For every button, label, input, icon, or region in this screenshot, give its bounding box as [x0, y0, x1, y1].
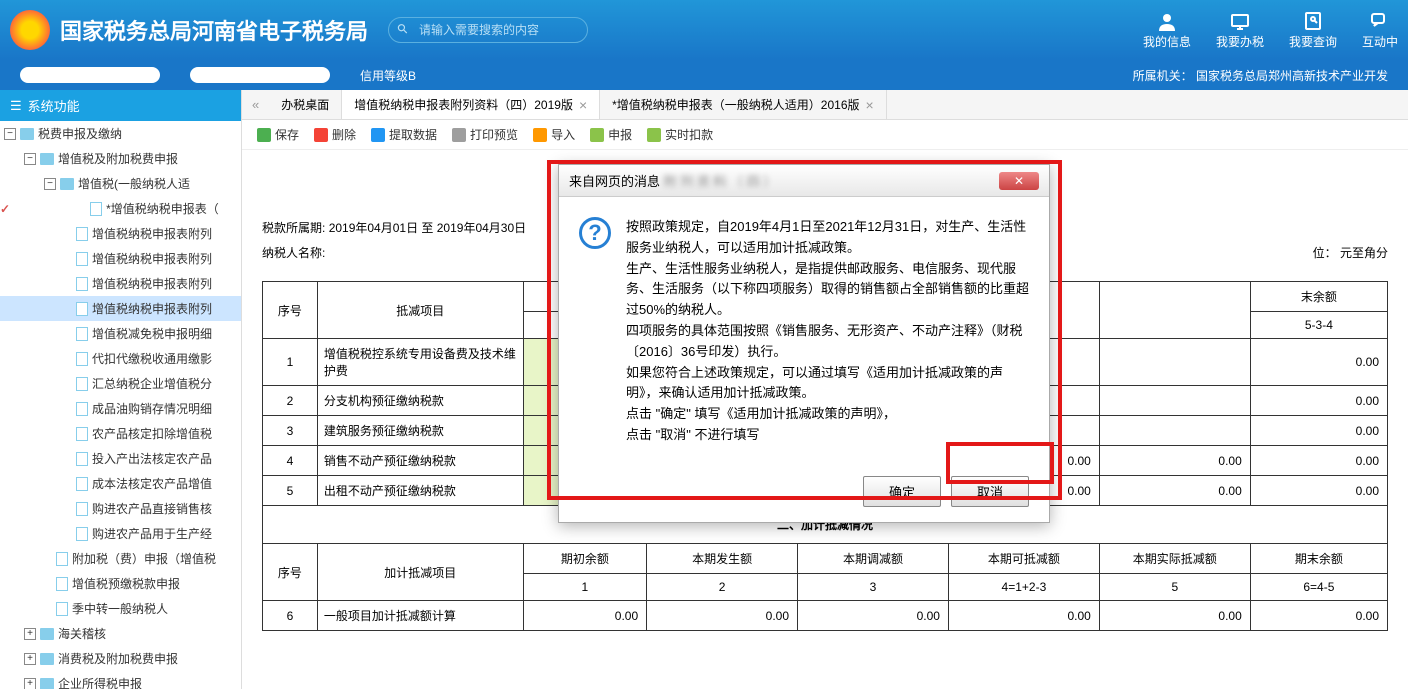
app-header: 国家税务总局河南省电子税务局 我的信息 我要办税 我要查询 互动中 [0, 0, 1408, 60]
tree-item[interactable]: 购进农产品直接销售核 [0, 496, 241, 521]
sidebar-header: ☰ 系统功能 [0, 90, 241, 121]
tab-form2[interactable]: *增值税纳税申报表（一般纳税人适用）2016版× [600, 90, 887, 119]
delete-button[interactable]: 删除 [314, 126, 356, 143]
dialog-message: 按照政策规定，自2019年4月1日至2021年12月31日，对生产、生活性服务业… [626, 217, 1029, 446]
tab-desktop[interactable]: 办税桌面 [269, 90, 342, 119]
query-button[interactable]: 我要查询 [1289, 11, 1337, 50]
redacted-field [190, 67, 330, 83]
search-wrap [388, 17, 588, 43]
handle-tax-button[interactable]: 我要办税 [1216, 11, 1264, 50]
tree-item[interactable]: 季中转一般纳税人 [0, 596, 241, 621]
tree-item[interactable]: 投入产出法核定农产品 [0, 446, 241, 471]
tree-item[interactable]: 成本法核定农产品增值 [0, 471, 241, 496]
extract-button[interactable]: 提取数据 [371, 126, 437, 143]
tree-l1[interactable]: −增值税及附加税费申报 [0, 146, 241, 171]
tree-item[interactable]: 农产品核定扣除增值税 [0, 421, 241, 446]
sidebar: ☰ 系统功能 −税费申报及缴纳 −增值税及附加税费申报 −增值税(一般纳税人适 … [0, 90, 242, 689]
credit-level: 信用等级B [360, 67, 416, 84]
menu-icon: ☰ [10, 98, 22, 114]
collapse-sidebar-icon[interactable]: « [242, 97, 269, 112]
tab-form1[interactable]: 增值税纳税申报表附列资料（四）2019版× [342, 90, 600, 119]
close-icon[interactable]: × [579, 97, 587, 113]
dialog-close-button[interactable]: ✕ [999, 172, 1039, 190]
tree-item[interactable]: 成品油购销存情况明细 [0, 396, 241, 421]
import-button[interactable]: 导入 [533, 126, 575, 143]
pay-button[interactable]: 实时扣款 [647, 126, 713, 143]
tree-root2[interactable]: +企业所得税申报 [0, 671, 241, 689]
tree-item-active[interactable]: 增值税纳税申报表附列 [0, 296, 241, 321]
header-actions: 我的信息 我要办税 我要查询 互动中 [1143, 11, 1398, 50]
tree-item[interactable]: 增值税预缴税款申报 [0, 571, 241, 596]
sub-header: 信用等级B 所属机关： 国家税务总局郑州高新技术产业开发 [0, 60, 1408, 90]
org-name: 国家税务总局郑州高新技术产业开发 [1196, 69, 1388, 83]
my-info-button[interactable]: 我的信息 [1143, 11, 1191, 50]
dialog-titlebar: 来自网页的消息 附 列 资 料 （ 四 ） ✕ [559, 165, 1049, 197]
tree-root[interactable]: −税费申报及缴纳 [0, 121, 241, 146]
search-input[interactable] [388, 17, 588, 43]
tree-item[interactable]: 附加税（费）申报（增值税 [0, 546, 241, 571]
tree-item[interactable]: 增值税纳税申报表附列 [0, 246, 241, 271]
submit-button[interactable]: 申报 [590, 126, 632, 143]
logo-icon [10, 10, 50, 50]
tree-l2[interactable]: −增值税(一般纳税人适 [0, 171, 241, 196]
tree-item[interactable]: 增值税纳税申报表附列 [0, 271, 241, 296]
tree-item[interactable]: 增值税纳税申报表附列 [0, 221, 241, 246]
redacted-field [20, 67, 160, 83]
question-icon: ? [579, 217, 611, 249]
print-button[interactable]: 打印预览 [452, 126, 518, 143]
tree-item[interactable]: 购进农产品用于生产经 [0, 521, 241, 546]
tree-root2[interactable]: +消费税及附加税费申报 [0, 646, 241, 671]
close-icon[interactable]: × [866, 97, 874, 113]
tree-item[interactable]: *增值税纳税申报表（ [0, 196, 241, 221]
confirm-dialog: 来自网页的消息 附 列 资 料 （ 四 ） ✕ ? 按照政策规定，自2019年4… [558, 164, 1050, 523]
site-title: 国家税务总局河南省电子税务局 [60, 14, 368, 46]
save-button[interactable]: 保存 [257, 126, 299, 143]
table-row[interactable]: 6一般项目加计抵减额计算0.000.000.000.000.000.00 [263, 601, 1388, 631]
toolbar: 保存 删除 提取数据 打印预览 导入 申报 实时扣款 [242, 120, 1408, 150]
tree-root2[interactable]: +海关稽核 [0, 621, 241, 646]
tree-item[interactable]: 代扣代缴税收通用缴影 [0, 346, 241, 371]
tree-item[interactable]: 增值税减免税申报明细 [0, 321, 241, 346]
interact-button[interactable]: 互动中 [1362, 11, 1398, 50]
tab-bar: « 办税桌面 增值税纳税申报表附列资料（四）2019版× *增值税纳税申报表（一… [242, 90, 1408, 120]
tree-item[interactable]: 汇总纳税企业增值税分 [0, 371, 241, 396]
cancel-button[interactable]: 取消 [951, 476, 1029, 507]
ok-button[interactable]: 确定 [863, 476, 941, 507]
